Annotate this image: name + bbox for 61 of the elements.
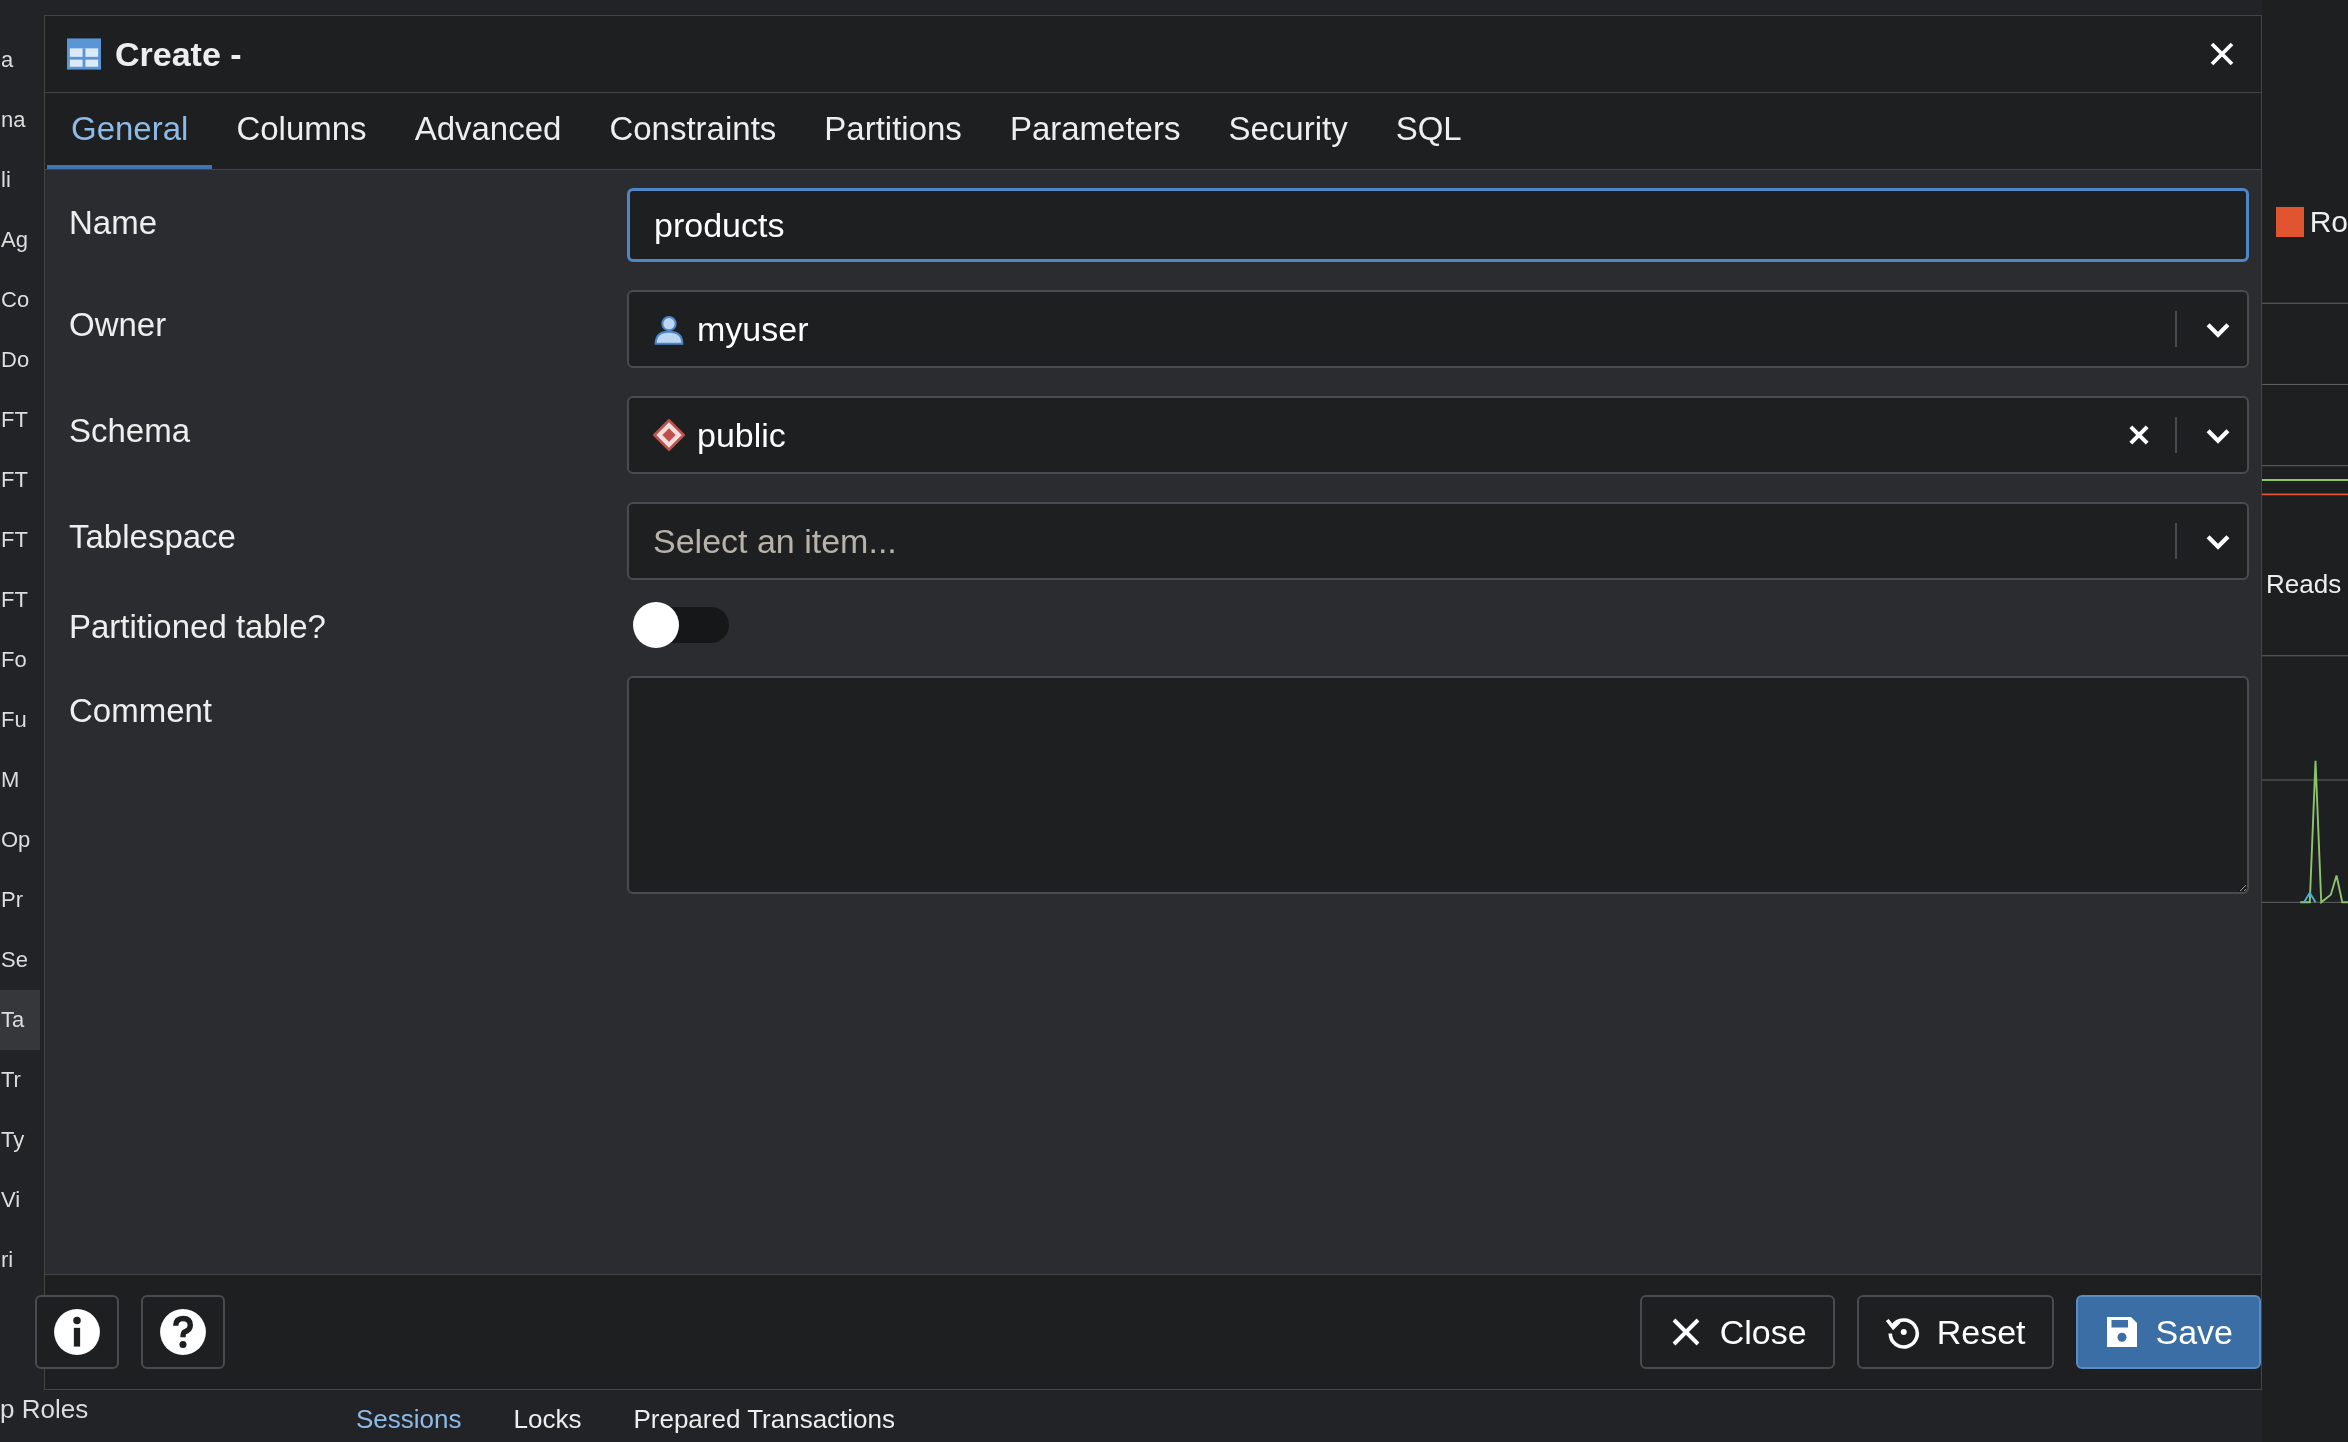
tree-item[interactable]: FT	[0, 510, 40, 570]
reset-button[interactable]: Reset	[1856, 1295, 2054, 1369]
tab[interactable]: SQL	[1371, 93, 1486, 169]
tree-item[interactable]: M	[0, 750, 40, 810]
field-label: Tablespace	[69, 517, 237, 556]
tree-item[interactable]: Tr	[0, 1050, 40, 1110]
tab[interactable]: Sessions	[350, 1400, 468, 1439]
text-field[interactable]: products	[627, 188, 2249, 262]
tree-item[interactable]: Vi	[0, 1170, 40, 1230]
select-field[interactable]: myuser	[627, 290, 2249, 368]
help-icon	[158, 1307, 208, 1357]
tab[interactable]: Advanced	[390, 93, 586, 169]
tab[interactable]: Security	[1204, 93, 1372, 169]
dialog-title: Create -	[115, 34, 243, 74]
save-button[interactable]: Save	[2075, 1295, 2261, 1369]
tree-item[interactable]: Ty	[0, 1110, 40, 1170]
tree-item[interactable]: FT	[0, 570, 40, 630]
tab[interactable]: Prepared Transactions	[627, 1400, 901, 1439]
field-label: Partitioned table?	[69, 608, 327, 646]
field-label: Name	[69, 203, 159, 242]
tree-item[interactable]: a	[0, 30, 40, 90]
tree-item[interactable]: Se	[0, 930, 40, 990]
close-button[interactable]: Close	[1639, 1295, 1835, 1369]
select-field[interactable]: Select an item...	[627, 502, 2249, 580]
tree-item[interactable]: Op	[0, 810, 40, 870]
select-field[interactable]: public	[627, 396, 2249, 474]
tree-item[interactable]: Ag	[0, 210, 40, 270]
tree-item[interactable]: Do	[0, 330, 40, 390]
chart-title: Reads	[2265, 569, 2343, 600]
tree-item[interactable]: Pr	[0, 870, 40, 930]
tree-item[interactable]: Fo	[0, 630, 40, 690]
select-value: public	[697, 415, 786, 455]
toggle-switch[interactable]	[633, 602, 729, 648]
info-button[interactable]	[35, 1295, 119, 1369]
help-button[interactable]	[141, 1295, 225, 1369]
tree-item[interactable]: na	[0, 90, 40, 150]
legend-label: Ro	[2309, 205, 2348, 239]
tab[interactable]: Columns	[212, 93, 391, 169]
diamond-icon	[653, 419, 685, 451]
user-icon	[653, 313, 685, 345]
select-placeholder: Select an item...	[653, 521, 897, 561]
select-value: myuser	[697, 309, 809, 349]
tree-item[interactable]: li	[0, 150, 40, 210]
tree-item[interactable]: ri	[0, 1230, 40, 1290]
field-label: Comment	[69, 691, 214, 730]
tree-item[interactable]: FT	[0, 390, 40, 450]
tab[interactable]: Parameters	[985, 93, 1205, 169]
tree-item[interactable]: Fu	[0, 690, 40, 750]
tab[interactable]: Locks	[507, 1400, 588, 1439]
field-label: Schema	[69, 411, 192, 450]
info-icon	[52, 1307, 102, 1357]
comment-field[interactable]	[627, 676, 2249, 894]
field-label: Owner	[69, 305, 168, 344]
tree-item[interactable]: p Roles	[0, 1394, 89, 1425]
tab[interactable]: Partitions	[800, 93, 986, 169]
tree-item[interactable]: Ta	[0, 990, 40, 1050]
tree-item[interactable]: Co	[0, 270, 40, 330]
tab[interactable]: General	[47, 93, 213, 169]
tab[interactable]: Constraints	[585, 93, 801, 169]
tree-item[interactable]: FT	[0, 450, 40, 510]
table-icon	[67, 37, 101, 71]
